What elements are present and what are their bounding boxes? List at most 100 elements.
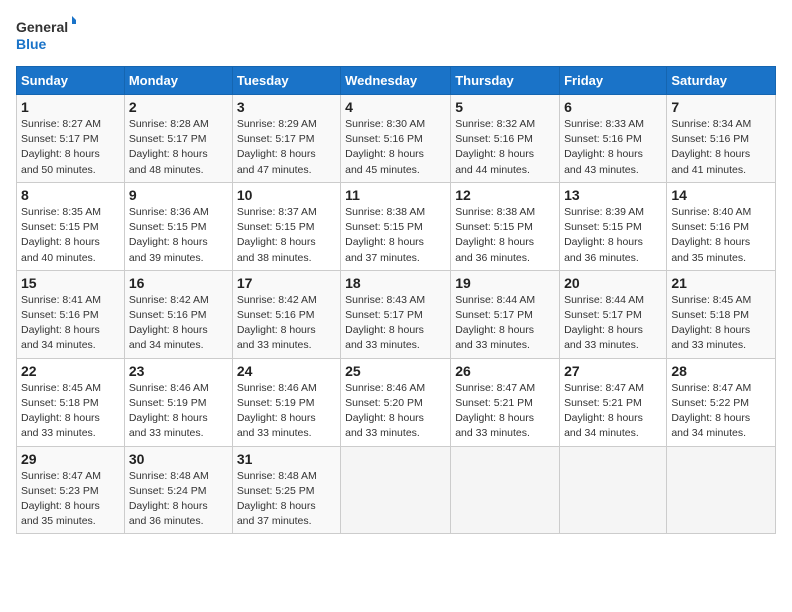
day-number: 25 — [345, 363, 446, 379]
calendar-cell: 27 Sunrise: 8:47 AM Sunset: 5:21 PM Dayli… — [560, 358, 667, 446]
day-info: Sunrise: 8:46 AM Sunset: 5:20 PM Dayligh… — [345, 381, 446, 442]
day-info: Sunrise: 8:30 AM Sunset: 5:16 PM Dayligh… — [345, 117, 446, 178]
day-info: Sunrise: 8:44 AM Sunset: 5:17 PM Dayligh… — [564, 293, 662, 354]
day-info: Sunrise: 8:44 AM Sunset: 5:17 PM Dayligh… — [455, 293, 555, 354]
calendar-week-2: 8 Sunrise: 8:35 AM Sunset: 5:15 PM Daylig… — [17, 182, 776, 270]
day-number: 10 — [237, 187, 336, 203]
calendar-week-1: 1 Sunrise: 8:27 AM Sunset: 5:17 PM Daylig… — [17, 95, 776, 183]
day-info: Sunrise: 8:34 AM Sunset: 5:16 PM Dayligh… — [671, 117, 771, 178]
calendar-cell: 21 Sunrise: 8:45 AM Sunset: 5:18 PM Dayli… — [667, 270, 776, 358]
day-number: 27 — [564, 363, 662, 379]
day-number: 14 — [671, 187, 771, 203]
calendar-cell: 6 Sunrise: 8:33 AM Sunset: 5:16 PM Daylig… — [560, 95, 667, 183]
day-number: 2 — [129, 99, 228, 115]
day-number: 13 — [564, 187, 662, 203]
day-info: Sunrise: 8:45 AM Sunset: 5:18 PM Dayligh… — [671, 293, 771, 354]
day-number: 29 — [21, 451, 120, 467]
day-number: 24 — [237, 363, 336, 379]
calendar-cell: 25 Sunrise: 8:46 AM Sunset: 5:20 PM Dayli… — [341, 358, 451, 446]
day-info: Sunrise: 8:42 AM Sunset: 5:16 PM Dayligh… — [129, 293, 228, 354]
logo: General Blue — [16, 16, 76, 54]
calendar-cell: 16Sunrise: 8:42 AM Sunset: 5:16 PM Dayli… — [124, 270, 232, 358]
day-number: 4 — [345, 99, 446, 115]
day-info: Sunrise: 8:37 AM Sunset: 5:15 PM Dayligh… — [237, 205, 336, 266]
header-friday: Friday — [560, 67, 667, 95]
calendar-cell — [667, 446, 776, 534]
calendar-cell — [341, 446, 451, 534]
day-number: 19 — [455, 275, 555, 291]
day-number: 31 — [237, 451, 336, 467]
calendar-cell: 13 Sunrise: 8:39 AM Sunset: 5:15 PM Dayli… — [560, 182, 667, 270]
calendar-cell: 26 Sunrise: 8:47 AM Sunset: 5:21 PM Dayli… — [451, 358, 560, 446]
day-info: Sunrise: 8:47 AM Sunset: 5:21 PM Dayligh… — [455, 381, 555, 442]
calendar-week-5: 29 Sunrise: 8:47 AM Sunset: 5:23 PM Dayli… — [17, 446, 776, 534]
day-info: Sunrise: 8:43 AM Sunset: 5:17 PM Dayligh… — [345, 293, 446, 354]
calendar-cell: 28 Sunrise: 8:47 AM Sunset: 5:22 PM Dayli… — [667, 358, 776, 446]
day-info: Sunrise: 8:40 AM Sunset: 5:16 PM Dayligh… — [671, 205, 771, 266]
calendar-cell: 14 Sunrise: 8:40 AM Sunset: 5:16 PM Dayli… — [667, 182, 776, 270]
day-info: Sunrise: 8:39 AM Sunset: 5:15 PM Dayligh… — [564, 205, 662, 266]
calendar-header-row: SundayMondayTuesdayWednesdayThursdayFrid… — [17, 67, 776, 95]
day-info: Sunrise: 8:47 AM Sunset: 5:23 PM Dayligh… — [21, 469, 120, 530]
day-info: Sunrise: 8:36 AM Sunset: 5:15 PM Dayligh… — [129, 205, 228, 266]
logo-svg: General Blue — [16, 16, 76, 54]
day-number: 6 — [564, 99, 662, 115]
calendar-cell: 31Sunrise: 8:48 AM Sunset: 5:25 PM Dayli… — [232, 446, 340, 534]
calendar-cell: 24 Sunrise: 8:46 AM Sunset: 5:19 PM Dayli… — [232, 358, 340, 446]
calendar-cell: 12 Sunrise: 8:38 AM Sunset: 5:15 PM Dayli… — [451, 182, 560, 270]
calendar-cell: 1 Sunrise: 8:27 AM Sunset: 5:17 PM Daylig… — [17, 95, 125, 183]
header-monday: Monday — [124, 67, 232, 95]
day-info: Sunrise: 8:38 AM Sunset: 5:15 PM Dayligh… — [345, 205, 446, 266]
day-number: 17 — [237, 275, 336, 291]
day-number: 28 — [671, 363, 771, 379]
day-number: 18 — [345, 275, 446, 291]
calendar-cell: 8 Sunrise: 8:35 AM Sunset: 5:15 PM Daylig… — [17, 182, 125, 270]
calendar-cell — [560, 446, 667, 534]
calendar-cell: 10 Sunrise: 8:37 AM Sunset: 5:15 PM Dayli… — [232, 182, 340, 270]
calendar-cell: 19 Sunrise: 8:44 AM Sunset: 5:17 PM Dayli… — [451, 270, 560, 358]
day-number: 30 — [129, 451, 228, 467]
calendar-cell: 17Sunrise: 8:42 AM Sunset: 5:16 PM Dayli… — [232, 270, 340, 358]
day-number: 15 — [21, 275, 120, 291]
day-number: 3 — [237, 99, 336, 115]
day-info: Sunrise: 8:46 AM Sunset: 5:19 PM Dayligh… — [129, 381, 228, 442]
header-wednesday: Wednesday — [341, 67, 451, 95]
day-info: Sunrise: 8:38 AM Sunset: 5:15 PM Dayligh… — [455, 205, 555, 266]
day-info: Sunrise: 8:32 AM Sunset: 5:16 PM Dayligh… — [455, 117, 555, 178]
calendar-cell: 4 Sunrise: 8:30 AM Sunset: 5:16 PM Daylig… — [341, 95, 451, 183]
calendar-week-3: 15Sunrise: 8:41 AM Sunset: 5:16 PM Dayli… — [17, 270, 776, 358]
header-sunday: Sunday — [17, 67, 125, 95]
day-number: 11 — [345, 187, 446, 203]
day-info: Sunrise: 8:29 AM Sunset: 5:17 PM Dayligh… — [237, 117, 336, 178]
calendar-table: SundayMondayTuesdayWednesdayThursdayFrid… — [16, 66, 776, 534]
day-info: Sunrise: 8:27 AM Sunset: 5:17 PM Dayligh… — [21, 117, 120, 178]
day-info: Sunrise: 8:47 AM Sunset: 5:22 PM Dayligh… — [671, 381, 771, 442]
calendar-cell: 7Sunrise: 8:34 AM Sunset: 5:16 PM Daylig… — [667, 95, 776, 183]
day-number: 21 — [671, 275, 771, 291]
day-number: 20 — [564, 275, 662, 291]
day-info: Sunrise: 8:28 AM Sunset: 5:17 PM Dayligh… — [129, 117, 228, 178]
calendar-cell: 2 Sunrise: 8:28 AM Sunset: 5:17 PM Daylig… — [124, 95, 232, 183]
day-number: 1 — [21, 99, 120, 115]
header-saturday: Saturday — [667, 67, 776, 95]
day-number: 12 — [455, 187, 555, 203]
calendar-cell: 5Sunrise: 8:32 AM Sunset: 5:16 PM Daylig… — [451, 95, 560, 183]
calendar-cell: 29 Sunrise: 8:47 AM Sunset: 5:23 PM Dayli… — [17, 446, 125, 534]
day-number: 26 — [455, 363, 555, 379]
calendar-cell: 11 Sunrise: 8:38 AM Sunset: 5:15 PM Dayli… — [341, 182, 451, 270]
calendar-cell: 23 Sunrise: 8:46 AM Sunset: 5:19 PM Dayli… — [124, 358, 232, 446]
calendar-cell: 18 Sunrise: 8:43 AM Sunset: 5:17 PM Dayli… — [341, 270, 451, 358]
day-info: Sunrise: 8:46 AM Sunset: 5:19 PM Dayligh… — [237, 381, 336, 442]
calendar-cell — [451, 446, 560, 534]
svg-text:General: General — [16, 19, 68, 35]
calendar-cell: 22Sunrise: 8:45 AM Sunset: 5:18 PM Dayli… — [17, 358, 125, 446]
calendar-cell: 9Sunrise: 8:36 AM Sunset: 5:15 PM Daylig… — [124, 182, 232, 270]
day-info: Sunrise: 8:47 AM Sunset: 5:21 PM Dayligh… — [564, 381, 662, 442]
day-info: Sunrise: 8:35 AM Sunset: 5:15 PM Dayligh… — [21, 205, 120, 266]
day-number: 22 — [21, 363, 120, 379]
header-tuesday: Tuesday — [232, 67, 340, 95]
day-number: 23 — [129, 363, 228, 379]
svg-text:Blue: Blue — [16, 36, 47, 52]
day-info: Sunrise: 8:33 AM Sunset: 5:16 PM Dayligh… — [564, 117, 662, 178]
day-number: 8 — [21, 187, 120, 203]
